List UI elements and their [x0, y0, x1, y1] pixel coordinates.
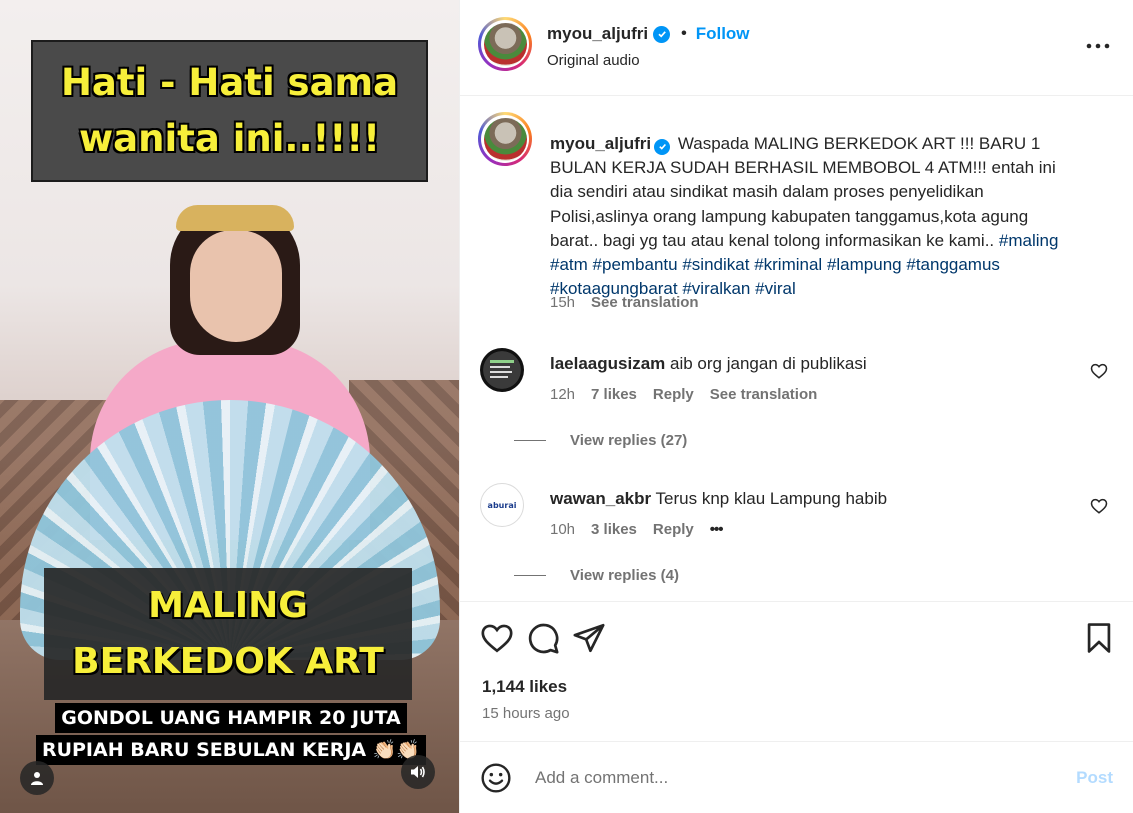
hashtag[interactable]: #pembantu [593, 255, 678, 274]
comment-text: Terus knp klau Lampung habib [655, 489, 888, 508]
author-avatar[interactable] [478, 17, 532, 71]
comment-like-icon[interactable] [1090, 497, 1108, 515]
hashtag[interactable]: #kriminal [754, 255, 822, 274]
headband [176, 205, 294, 231]
hashtag[interactable]: #sindikat [682, 255, 749, 274]
caption-meta: 15h See translation [550, 294, 699, 311]
more-horizontal-icon [1086, 43, 1110, 49]
author-name-row: myou_aljufri • Follow [547, 24, 750, 44]
video-caption-main-text: MALING BERKEDOK ART [72, 585, 384, 682]
comment-content: wawan_akbr Terus knp klau Lampung habib [550, 489, 887, 509]
video-caption-sub-line-2: RUPIAH BARU SEBULAN KERJA 👏🏻👏🏻 [35, 735, 427, 765]
original-audio-link[interactable]: Original audio [547, 52, 640, 69]
comment-likes[interactable]: 7 likes [591, 386, 637, 403]
comment-text: aib org jangan di publikasi [670, 354, 867, 373]
reply-button[interactable]: Reply [653, 386, 694, 403]
view-replies-button[interactable]: View replies (4) [514, 567, 679, 584]
post-timestamp[interactable]: 15 hours ago [482, 705, 570, 722]
commenter-avatar[interactable]: aburai [480, 483, 524, 527]
caption-author-avatar[interactable] [478, 112, 532, 166]
replies-divider-line [514, 575, 546, 576]
commenter-avatar-graphic [490, 360, 514, 378]
comment-icon[interactable] [526, 621, 560, 655]
comment-more-options[interactable]: ••• [710, 521, 724, 538]
speaker-icon [411, 766, 425, 778]
hashtag[interactable]: #lampung [827, 255, 902, 274]
add-comment-bar: Post [460, 741, 1133, 813]
heart-icon[interactable] [480, 621, 514, 655]
comment-see-translation[interactable]: See translation [710, 386, 818, 403]
view-replies-label: View replies (4) [570, 567, 679, 584]
comment-meta: 12h 7 likes Reply See translation [550, 386, 817, 403]
verified-badge-icon [654, 138, 671, 155]
commenter-avatar-logo: aburai [487, 500, 517, 510]
audio-toggle-button[interactable] [401, 755, 435, 789]
hashtag[interactable]: #viral [755, 279, 796, 298]
hashtag[interactable]: #maling [999, 231, 1059, 250]
caption-see-translation[interactable]: See translation [591, 294, 699, 311]
tagged-users-button[interactable] [20, 761, 54, 795]
post-comment-button[interactable]: Post [1076, 768, 1113, 788]
comment-like-icon[interactable] [1090, 362, 1108, 380]
hashtag[interactable]: #atm [550, 255, 588, 274]
separator-dot: • [681, 25, 687, 42]
comment-content: laelaagusizam aib org jangan di publikas… [550, 354, 867, 374]
person-icon [31, 772, 43, 785]
comment-likes[interactable]: 3 likes [591, 521, 637, 538]
verified-badge-icon [653, 25, 671, 43]
smiley-icon[interactable] [480, 762, 512, 794]
view-replies-button[interactable]: View replies (27) [514, 432, 687, 449]
video-caption-top: Hati - Hati sama wanita ini..!!!! [31, 40, 428, 182]
likes-count[interactable]: 1,144 likes [482, 677, 567, 697]
caption-username[interactable]: myou_aljufri [550, 134, 651, 153]
more-options-button[interactable] [1085, 36, 1111, 56]
reply-button[interactable]: Reply [653, 521, 694, 538]
follow-button[interactable]: Follow [696, 24, 750, 44]
post-header: myou_aljufri • Follow Original audio [460, 0, 1133, 96]
instagram-post-modal: Hati - Hati sama wanita ini..!!!! MALING… [0, 0, 1133, 813]
video-caption-main: MALING BERKEDOK ART [44, 568, 412, 700]
caption-author-avatar-image [483, 117, 527, 161]
comment-meta: 10h 3 likes Reply ••• [550, 521, 724, 538]
paper-plane-icon[interactable] [572, 621, 606, 655]
caption-timestamp[interactable]: 15h [550, 294, 575, 311]
author-username[interactable]: myou_aljufri [547, 24, 648, 44]
comment-input[interactable] [535, 764, 1055, 792]
caption-text-block: myou_aljufri Waspada MALING BERKEDOK ART… [550, 132, 1070, 301]
author-avatar-image [483, 22, 527, 66]
comment-timestamp[interactable]: 10h [550, 521, 575, 538]
replies-divider-line [514, 440, 546, 441]
commenter-avatar[interactable] [480, 348, 524, 392]
hashtag[interactable]: #tanggamus [906, 255, 1000, 274]
view-replies-label: View replies (27) [570, 432, 688, 449]
video-caption-top-text: Hati - Hati sama wanita ini..!!!! [60, 61, 399, 160]
bookmark-icon[interactable] [1082, 621, 1116, 655]
comment-timestamp[interactable]: 12h [550, 386, 575, 403]
person-face [190, 230, 282, 342]
commenter-username[interactable]: wawan_akbr [550, 489, 651, 508]
comments-section[interactable]: myou_aljufri Waspada MALING BERKEDOK ART… [460, 97, 1133, 602]
post-details-panel: myou_aljufri • Follow Original audio myo… [459, 0, 1133, 813]
video-caption-sub: GONDOL UANG HAMPIR 20 JUTA RUPIAH BARU S… [22, 702, 440, 766]
post-media[interactable]: Hati - Hati sama wanita ini..!!!! MALING… [0, 0, 459, 813]
video-caption-sub-line-1: GONDOL UANG HAMPIR 20 JUTA [55, 703, 407, 733]
post-actions-bar [460, 603, 1133, 673]
commenter-username[interactable]: laelaagusizam [550, 354, 665, 373]
